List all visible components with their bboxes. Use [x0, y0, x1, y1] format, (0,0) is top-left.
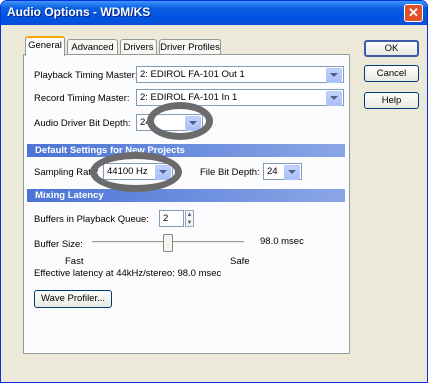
audio-options-dialog: Audio Options - WDM/KS ✕ General Advance… — [0, 0, 428, 383]
driver-bit-depth-label: Audio Driver Bit Depth: — [34, 118, 131, 129]
slider-fast-label: Fast — [65, 256, 84, 267]
help-button[interactable]: Help — [364, 92, 419, 109]
chevron-down-icon[interactable] — [326, 91, 342, 106]
mixing-latency-header: Mixing Latency — [27, 189, 345, 202]
highlight-ring-sampling-rate — [90, 152, 182, 192]
chevron-down-icon[interactable] — [326, 68, 342, 83]
buffer-size-slider-thumb[interactable] — [163, 234, 173, 252]
wave-profiler-button[interactable]: Wave Profiler... — [34, 290, 112, 308]
playback-timing-master-label: Playback Timing Master: — [34, 70, 138, 81]
window-title: Audio Options - WDM/KS — [7, 5, 151, 19]
playback-timing-master-value: 2: EDIROL FA-101 Out 1 — [140, 69, 245, 80]
buffers-in-playback-queue-input[interactable]: 2 — [159, 210, 184, 227]
tab-general[interactable]: General — [25, 36, 65, 56]
title-bar[interactable]: Audio Options - WDM/KS ✕ — [1, 1, 427, 25]
ok-button[interactable]: OK — [364, 40, 419, 57]
record-timing-master-label: Record Timing Master: — [34, 93, 130, 104]
file-bit-depth-label: File Bit Depth: — [200, 167, 260, 178]
chevron-down-icon[interactable] — [284, 165, 300, 180]
file-bit-depth-select[interactable]: 24 — [263, 163, 302, 180]
effective-latency-text: Effective latency at 44kHz/stereo: 98.0 … — [34, 268, 222, 279]
buffer-size-label: Buffer Size: — [34, 239, 83, 250]
default-settings-header: Default Settings for New Projects — [27, 144, 345, 157]
tab-drivers[interactable]: Drivers — [120, 39, 157, 55]
highlight-ring-driver-bit-depth — [147, 102, 213, 140]
playback-timing-master-select[interactable]: 2: EDIROL FA-101 Out 1 — [136, 66, 344, 83]
buffers-in-playback-queue-label: Buffers in Playback Queue: — [34, 214, 149, 225]
file-bit-depth-value: 24 — [267, 166, 278, 177]
cancel-button[interactable]: Cancel — [364, 65, 419, 82]
buffers-spinner[interactable]: ▲ ▼ — [185, 210, 194, 227]
close-button[interactable]: ✕ — [404, 4, 423, 22]
tab-advanced[interactable]: Advanced — [67, 39, 118, 55]
slider-safe-label: Safe — [230, 256, 250, 267]
tab-driver-profiles[interactable]: Driver Profiles — [159, 39, 221, 55]
buffers-in-playback-queue-value: 2 — [163, 213, 169, 224]
record-timing-master-value: 2: EDIROL FA-101 In 1 — [140, 92, 238, 103]
buffer-size-value: 98.0 msec — [260, 236, 304, 247]
